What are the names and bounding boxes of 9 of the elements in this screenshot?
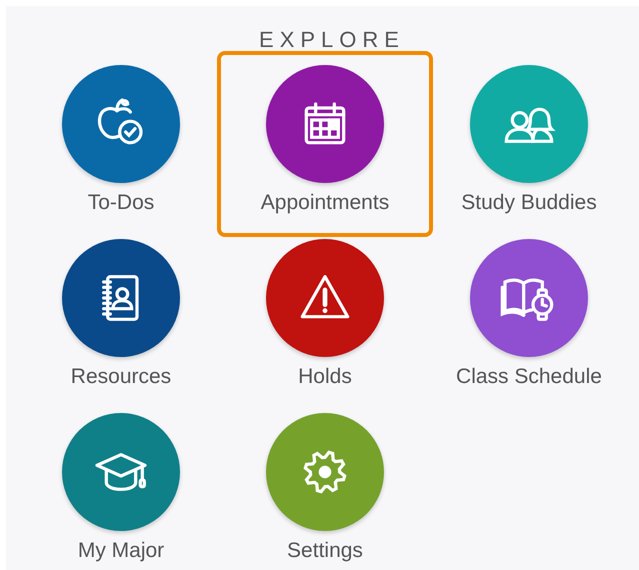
menu-tile[interactable]: To-Dos [19,57,223,231]
menu-tile[interactable]: My Major [19,405,223,570]
section-heading: EXPLORE [258,26,406,54]
menu-tile[interactable]: Holds [223,231,427,405]
menu-tile[interactable]: Class Schedule [427,231,631,405]
menu-tile[interactable]: Study Buddies [427,57,631,231]
menu-tile[interactable]: Resources [19,231,223,405]
menu-tile[interactable]: Settings [223,405,427,570]
menu-tile[interactable]: Appointments [223,57,427,231]
